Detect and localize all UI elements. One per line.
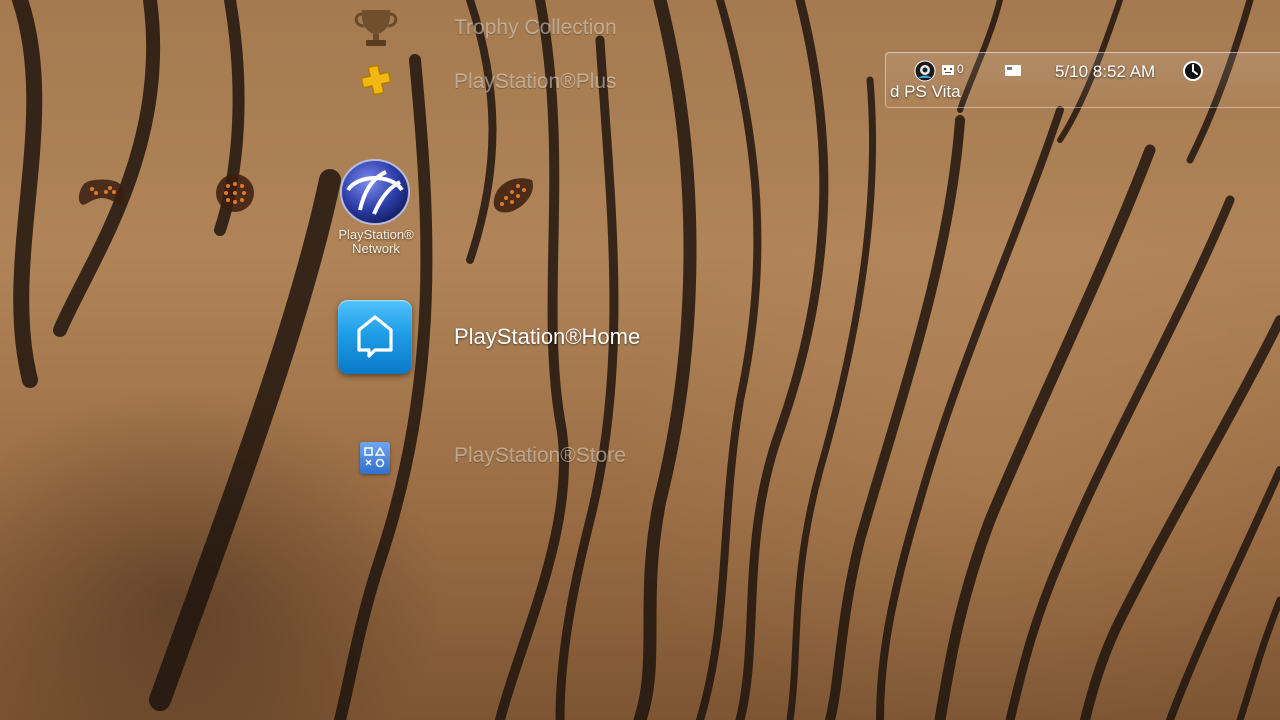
message-count: 0	[957, 62, 964, 76]
menu-item-label: PlayStation®Plus	[454, 70, 617, 93]
gamepad-icon	[78, 179, 126, 205]
category-tv-video[interactable]	[214, 172, 256, 214]
status-panel: 0 d PS Vita 5/10 8:52 AM	[885, 52, 1280, 108]
playstation-home-icon	[338, 300, 412, 374]
trophy-icon	[354, 10, 398, 46]
tv-icon	[216, 174, 254, 212]
menu-item-playstation-plus[interactable]: PlayStation®Plus	[350, 60, 660, 104]
memory-card-icon	[1005, 65, 1021, 76]
category-friends[interactable]	[488, 170, 538, 216]
category-game[interactable]	[76, 174, 128, 210]
menu-item-label: PlayStation®Store	[454, 444, 626, 467]
category-label-line2: Network	[352, 241, 400, 256]
playstation-plus-icon	[360, 64, 392, 96]
menu-item-playstation-home[interactable]: PlayStation®Home	[336, 298, 676, 378]
menu-item-playstation-store[interactable]: PlayStation®Store	[350, 436, 670, 480]
message-icon	[942, 65, 954, 75]
category-label-line1: PlayStation®	[338, 227, 414, 242]
clock-datetime: 5/10 8:52 AM	[1055, 62, 1156, 81]
menu-item-trophy-collection[interactable]: Trophy Collection	[350, 6, 660, 50]
clock-icon	[1183, 61, 1203, 81]
user-avatar-icon	[914, 60, 936, 82]
menu-item-label: PlayStation®Home	[454, 324, 641, 349]
friends-icon	[493, 178, 534, 213]
playstation-store-icon	[360, 442, 390, 474]
category-playstation-network[interactable]	[338, 152, 412, 226]
menu-item-label: Trophy Collection	[454, 16, 617, 39]
device-name: d PS Vita	[890, 82, 961, 101]
network-icon	[340, 159, 410, 225]
